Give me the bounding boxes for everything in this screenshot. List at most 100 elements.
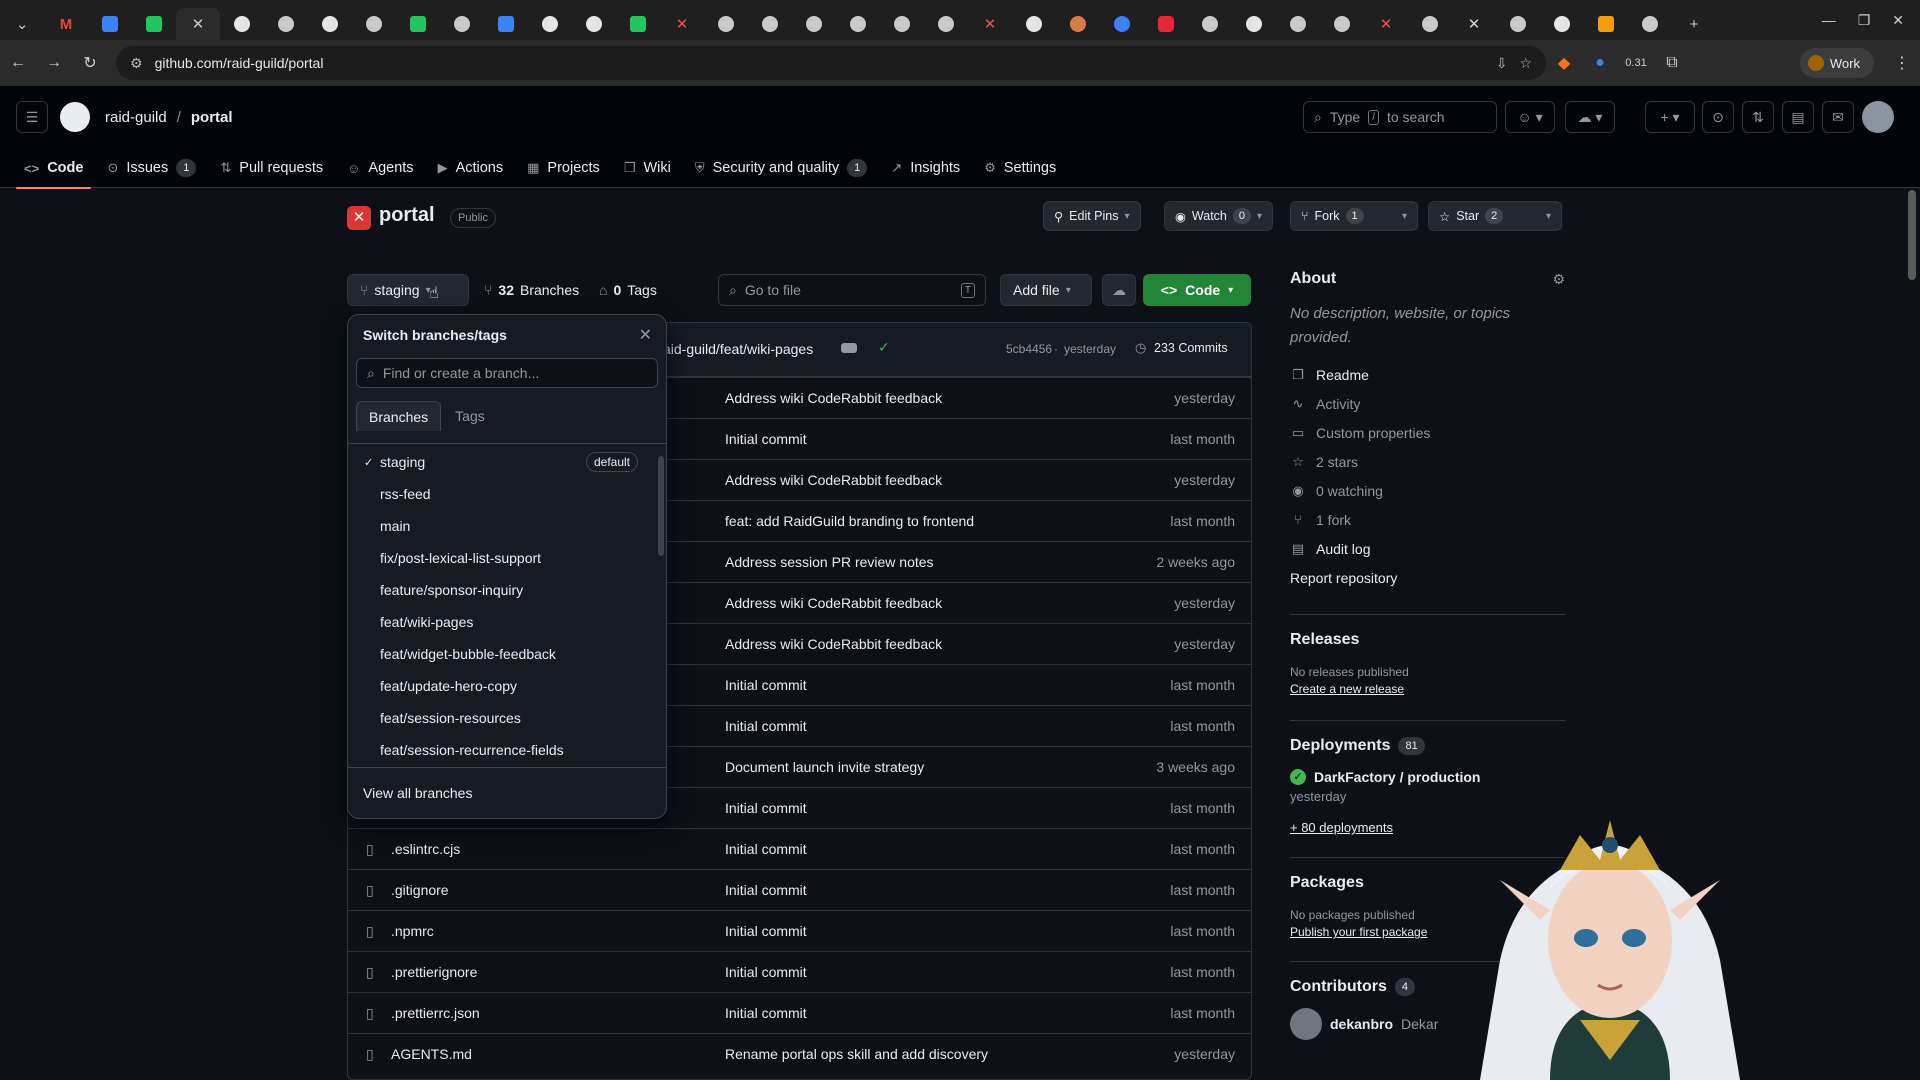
commit-message[interactable]: Initial commit [725, 1005, 807, 1021]
browser-tab[interactable] [1628, 8, 1672, 40]
browser-tab[interactable] [1276, 8, 1320, 40]
tab-tags[interactable]: Tags [443, 401, 497, 431]
contributors-heading[interactable]: Contributors [1290, 978, 1387, 996]
branch-item[interactable]: feature/sponsor-inquiry [348, 574, 658, 606]
table-row[interactable]: ▯ .prettierignore Initial commit last month [348, 951, 1251, 992]
browser-tab[interactable] [88, 8, 132, 40]
about-link[interactable]: ◉ 0 watching [1290, 476, 1565, 505]
releases-heading[interactable]: Releases [1290, 631, 1565, 649]
browser-tab[interactable] [484, 8, 528, 40]
tab-security[interactable]: ⛨ Security and quality 1 [685, 148, 877, 188]
browser-tab[interactable]: M [44, 8, 88, 40]
hamburger-menu-icon[interactable]: ☰ [16, 101, 48, 133]
branches-link[interactable]: ⑂ 32 Branches [484, 274, 579, 306]
commit-message[interactable]: Initial commit [725, 677, 807, 693]
tab-settings[interactable]: ⚙ Settings [974, 148, 1066, 188]
browser-tab-active[interactable]: ✕ [176, 8, 220, 40]
branch-item[interactable]: rss-feed [348, 478, 658, 510]
view-all-branches-link[interactable]: View all branches [348, 767, 666, 817]
browser-tab[interactable] [1144, 8, 1188, 40]
browser-tab[interactable] [836, 8, 880, 40]
browser-tab[interactable] [792, 8, 836, 40]
browser-tab[interactable] [1056, 8, 1100, 40]
watch-button[interactable]: ◉ Watch 0 ▾ [1164, 201, 1274, 231]
about-link[interactable]: ▤ Audit log [1290, 534, 1565, 563]
browser-tab[interactable] [748, 8, 792, 40]
browser-tab[interactable] [528, 8, 572, 40]
table-row[interactable]: ▯ AGENTS.md Rename portal ops skill and ad… [348, 1033, 1251, 1074]
tab-wiki[interactable]: ❒ Wiki [614, 148, 681, 188]
branch-item[interactable]: feat/session-recurrence-fields [348, 734, 658, 766]
branch-item[interactable]: feat/wiki-pages [348, 606, 658, 638]
minimize-icon[interactable]: — [1822, 12, 1836, 28]
commit-message[interactable]: Address wiki CodeRabbit feedback [725, 595, 942, 611]
new-tab-button[interactable]: + [1672, 8, 1716, 40]
browser-tab[interactable]: ✕ [1452, 8, 1496, 40]
browser-tab[interactable] [1496, 8, 1540, 40]
create-release-link[interactable]: Create a new release [1290, 682, 1565, 696]
browser-tab[interactable] [132, 8, 176, 40]
ellipsis-expand-icon[interactable] [841, 343, 857, 353]
browser-menu-icon[interactable]: ⋮ [1884, 53, 1920, 73]
file-name[interactable]: .eslintrc.cjs [391, 841, 460, 857]
tab-insights[interactable]: ↗ Insights [881, 148, 970, 188]
commit-message[interactable]: Initial commit [725, 882, 807, 898]
browser-tab[interactable] [924, 8, 968, 40]
commit-message[interactable]: feat: add RaidGuild branding to frontend [725, 513, 974, 529]
tab-issues[interactable]: ⊙ Issues 1 [97, 148, 206, 188]
github-logo-icon[interactable] [60, 102, 90, 132]
commit-message[interactable]: Rename portal ops skill and add discover… [725, 1046, 988, 1062]
report-repository-link[interactable]: Report repository [1290, 563, 1565, 592]
add-file-button[interactable]: Add file ▾ [1000, 274, 1092, 306]
commit-message[interactable]: Address wiki CodeRabbit feedback [725, 636, 942, 652]
extension-badge-icon[interactable]: 0.31 [1618, 57, 1654, 69]
browser-tab[interactable]: ✕ [1364, 8, 1408, 40]
table-row[interactable]: ▯ .prettierrc.json Initial commit last mont… [348, 992, 1251, 1033]
browser-tab[interactable]: ✕ [660, 8, 704, 40]
close-tab-icon[interactable]: ✕ [192, 15, 205, 33]
tags-link[interactable]: ⌂ 0 Tags [599, 274, 657, 306]
tab-projects[interactable]: ▦ Projects [517, 148, 610, 188]
branch-item[interactable]: ✓ staging default [348, 446, 658, 478]
breadcrumb-repo[interactable]: portal [191, 109, 233, 126]
browser-tab[interactable] [352, 8, 396, 40]
browser-tab[interactable] [1584, 8, 1628, 40]
file-name[interactable]: .npmrc [391, 923, 434, 939]
profile-button[interactable]: Work [1799, 48, 1874, 78]
table-row[interactable]: ▯ .npmrc Initial commit last month [348, 910, 1251, 951]
branch-selector-button[interactable]: ⑂ staging ▾ [347, 274, 469, 306]
branch-item[interactable]: feat/update-hero-copy [348, 670, 658, 702]
browser-tab[interactable] [572, 8, 616, 40]
extension-fox-icon[interactable]: ◆ [1546, 53, 1582, 73]
create-new-icon[interactable]: + ▾ [1645, 101, 1695, 133]
contributor-name[interactable]: dekanbro [1330, 1016, 1393, 1032]
breadcrumb-owner[interactable]: raid-guild [105, 109, 167, 126]
commit-message[interactable]: Initial commit [725, 718, 807, 734]
copilot-chat-icon[interactable]: ☁ ▾ [1565, 101, 1615, 133]
avatar[interactable] [1290, 1008, 1322, 1040]
browser-tab[interactable]: ✕ [968, 8, 1012, 40]
commit-message[interactable]: Initial commit [725, 923, 807, 939]
browser-tab[interactable] [1320, 8, 1364, 40]
codespaces-cloud-button[interactable]: ☁ [1102, 274, 1136, 306]
fork-button[interactable]: ⑂ Fork 1 ▾ [1290, 201, 1418, 231]
commits-count-link[interactable]: 233 Commits [1154, 341, 1228, 355]
install-app-icon[interactable]: ⇩ [1496, 55, 1508, 72]
gear-icon[interactable]: ⚙ [1552, 271, 1565, 288]
commit-message[interactable]: Initial commit [725, 800, 807, 816]
branch-filter-input[interactable]: ⌕ Find or create a branch... [356, 358, 658, 388]
commit-message[interactable]: Initial commit [725, 964, 807, 980]
pull-requests-icon[interactable]: ⇅ [1742, 101, 1774, 133]
browser-tab[interactable] [264, 8, 308, 40]
file-name[interactable]: .gitignore [391, 882, 449, 898]
extension-blue-icon[interactable]: ● [1582, 54, 1618, 72]
user-avatar[interactable] [1862, 101, 1894, 133]
bookmark-star-icon[interactable]: ☆ [1519, 55, 1532, 72]
address-url[interactable]: github.com/raid-guild/portal [155, 55, 1484, 71]
back-icon[interactable]: ← [0, 54, 36, 72]
branch-item[interactable]: fix/post-lexical-list-support [348, 542, 658, 574]
commit-message[interactable]: Address session PR review notes [725, 554, 934, 570]
page-scrollbar[interactable] [1908, 190, 1916, 280]
reload-icon[interactable]: ↻ [72, 53, 108, 73]
site-info-icon[interactable]: ⚙ [130, 55, 143, 72]
